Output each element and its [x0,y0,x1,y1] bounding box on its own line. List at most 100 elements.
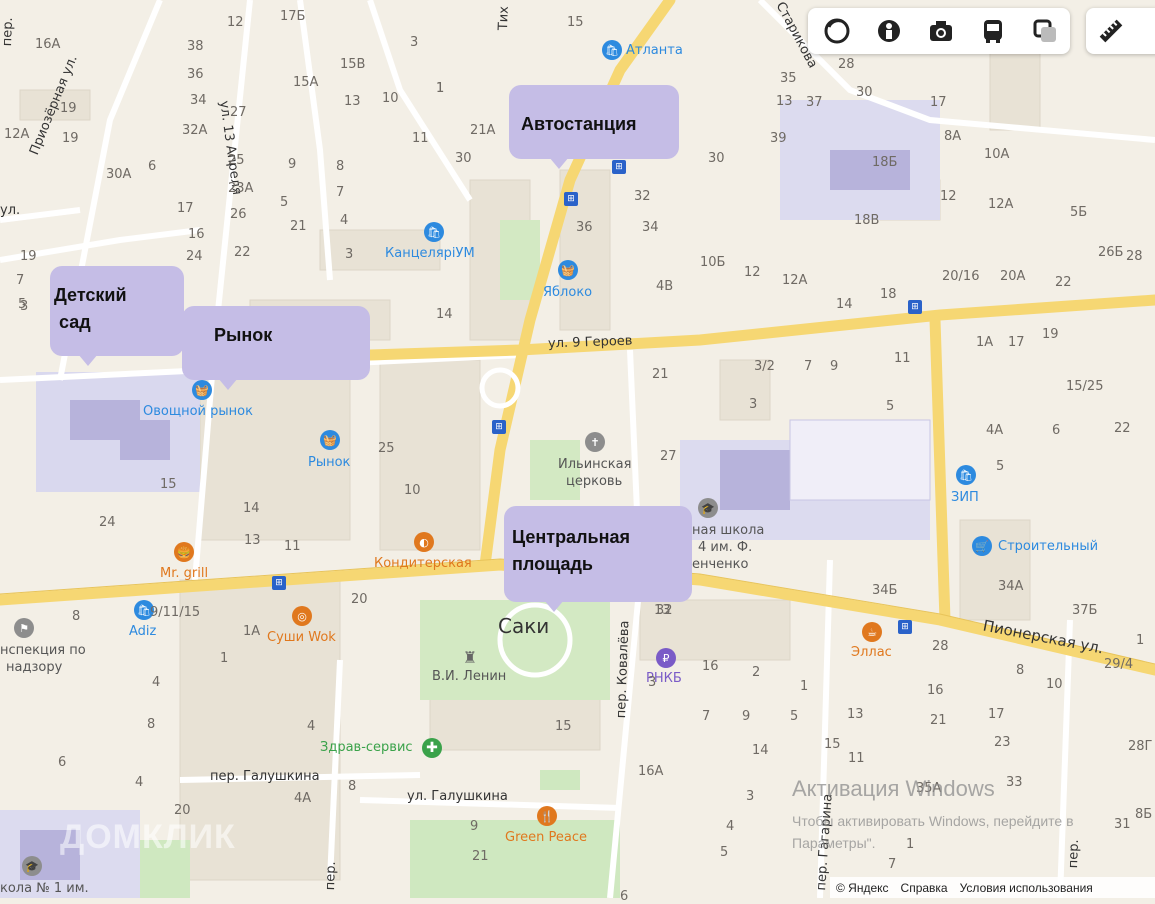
shop-pin-icon[interactable]: 🛍 [602,40,622,60]
house-number: 11 [848,751,865,766]
house-number: 19 [62,131,79,146]
poi-mr-grill[interactable]: Mr. grill [160,567,208,580]
house-number: 8 [147,717,156,732]
callout-bus-station: Автостанция [509,85,679,169]
house-number: 4В [656,279,674,294]
grocery-pin-icon[interactable]: 🧺 [192,380,212,400]
house-number: 5Б [1070,205,1088,220]
poi-church-line1: Ильинская [558,457,632,472]
ruler-button[interactable] [1096,16,1126,46]
house-number: 9/11/15 [150,605,201,620]
house-number: 13 [244,533,261,548]
house-number: 34 [642,220,659,235]
callout-kindergarten-text: Детский сад [54,285,127,332]
panorama-button[interactable] [874,16,904,46]
ruler-icon [1099,19,1123,43]
house-number: 14 [752,743,769,758]
house-number: 12А [4,127,30,142]
house-number: 4 [135,775,144,790]
poi-konditerskaya[interactable]: Кондитерская [374,557,472,570]
grocery-pin-icon[interactable]: 🧺 [320,430,340,450]
shop-pin-icon[interactable]: 🛍 [424,222,444,242]
house-number: 28Г [1128,739,1153,754]
bus-stop-icon[interactable]: ⊞ [492,420,506,434]
house-number: 30А [106,167,132,182]
house-number: 10 [404,483,421,498]
layers-button[interactable] [822,16,852,46]
street-label-galushkina-lane: пер. Галушкина [210,769,320,784]
cart-pin-icon[interactable]: 🛒 [972,536,992,556]
house-number: 5 [280,195,289,210]
cake-pin-icon[interactable]: ◐ [414,532,434,552]
house-number: 4 [340,213,349,228]
house-number: 17 [988,707,1005,722]
house-number: 8А [944,129,962,144]
bus-stop-icon[interactable]: ⊞ [908,300,922,314]
windows-activation-line1: Чтобы активировать Windows, перейдите в [792,813,1074,829]
poi-school-line1: ная школа [692,523,765,538]
street-label-per-left: пер. [0,17,16,47]
house-number: 16А [35,37,61,52]
house-number: 9 [742,709,751,724]
house-number: 31 [1114,817,1131,832]
callout-market: Рынок [182,306,370,390]
house-number: 18 [880,287,897,302]
terms-link[interactable]: Условия использования [960,881,1093,895]
grocery-pin-icon[interactable]: 🧺 [558,260,578,280]
copyright-link[interactable]: © Яндекс [836,881,889,895]
street-label-heroes: ул. 9 Героев [547,333,633,352]
house-number: 7 [16,273,25,288]
map-toolbar-secondary [1086,8,1155,54]
bank-pin-icon[interactable]: ₽ [656,648,676,668]
house-number: 39 [770,131,787,146]
bus-stop-icon[interactable]: ⊞ [898,620,912,634]
church-pin-icon[interactable]: ✝ [585,432,605,452]
callout-bus-station-text: Автостанция [521,114,637,134]
pharmacy-pin-icon[interactable]: ✚ [422,738,442,758]
shop-pin-icon[interactable]: 🛍 [956,465,976,485]
map-type-button[interactable] [1030,16,1060,46]
house-number: 10 [382,91,399,106]
poi-ovoshnoy-rynok[interactable]: Овощной рынок [143,405,253,418]
poi-kancelyarium[interactable]: КанцелярiУМ [385,247,475,260]
poi-sushi-wok[interactable]: Суши Wok [267,631,336,644]
house-number: 12 [744,265,761,280]
poi-zdrav-servis[interactable]: Здрав-сервис [320,741,413,754]
sushi-pin-icon[interactable]: ◎ [292,606,312,626]
burger-pin-icon[interactable]: 🍔 [174,542,194,562]
cafe-pin-icon[interactable]: ☕ [862,622,882,642]
photos-button[interactable] [926,16,956,46]
house-number: 9 [470,819,479,834]
map-footer: © Яндекс Справка Условия использования [830,877,1155,898]
transport-button[interactable] [978,16,1008,46]
poi-adiz[interactable]: Adiz [129,625,156,638]
house-number: 5 [996,459,1005,474]
house-number: 12 [940,189,957,204]
flag-pin-icon[interactable]: ⚑ [14,618,34,638]
poi-rynok[interactable]: Рынок [308,456,350,469]
bus-stop-icon[interactable]: ⊞ [564,192,578,206]
school-pin-icon[interactable]: 🎓 [22,856,42,876]
bus-stop-icon[interactable]: ⊞ [272,576,286,590]
house-number: 15 [567,15,584,30]
school-pin-icon[interactable]: 🎓 [698,498,718,518]
poi-stroitelny[interactable]: Строительный [998,540,1098,553]
poi-ellas[interactable]: Эллас [851,646,892,659]
poi-zip[interactable]: ЗИП [951,491,979,504]
house-number: 25 [378,441,395,456]
poi-green-peace[interactable]: Green Peace [505,831,587,844]
house-number: 17 [930,95,947,110]
restaurant-pin-icon[interactable]: 🍴 [537,806,557,826]
help-link[interactable]: Справка [901,881,948,895]
poi-yabloko[interactable]: Яблоко [543,286,592,299]
house-number: 8Б [1135,807,1153,822]
monument-pin-icon[interactable]: ♜ [460,648,480,668]
house-number: 21 [472,849,489,864]
poi-atlanta[interactable]: Атланта [626,44,683,57]
house-number: 6 [1052,423,1061,438]
bus-stop-icon[interactable]: ⊞ [612,160,626,174]
house-number: 13 [776,94,793,109]
house-number: 16А [638,764,664,779]
house-number: 9 [830,359,839,374]
house-number: 12А [782,273,808,288]
